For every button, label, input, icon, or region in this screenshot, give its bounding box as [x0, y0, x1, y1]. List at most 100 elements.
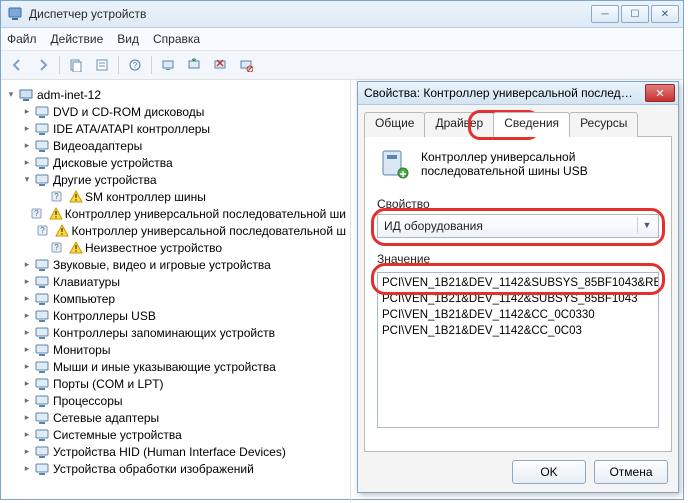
window-title: Диспетчер устройств [29, 7, 146, 21]
warning-icon [69, 241, 83, 255]
device-category-icon [34, 376, 50, 392]
titlebar[interactable]: Диспетчер устройств ─ ☐ ✕ [1, 1, 683, 28]
maximize-button[interactable]: ☐ [621, 5, 649, 23]
tree-subitem[interactable]: ? SM контроллер шины [5, 188, 346, 205]
close-window-button[interactable]: ✕ [651, 5, 679, 23]
tree-subitem[interactable]: ?Контроллер универсальной последовательн… [5, 222, 346, 239]
expander-icon[interactable]: ▸ [21, 327, 33, 338]
toolbar-scan-button[interactable] [156, 53, 180, 77]
device-category-icon [34, 155, 50, 171]
tree-item[interactable]: ▸Порты (COM и LPT) [5, 375, 346, 392]
device-name: Контроллер универсальной последовательно… [421, 150, 659, 178]
tree-item-label: Мыши и иные указывающие устройства [53, 360, 276, 374]
expander-icon[interactable]: ▸ [21, 429, 33, 440]
value-item[interactable]: PCI\VEN_1B21&DEV_1142&SUBSYS_85BF1043&RE… [380, 275, 656, 291]
expander-icon[interactable]: ▸ [21, 361, 33, 372]
expander-icon[interactable]: ▸ [21, 463, 33, 474]
menu-file[interactable]: Файл [7, 32, 37, 46]
value-item[interactable]: PCI\VEN_1B21&DEV_1142&SUBSYS_85BF1043 [380, 291, 656, 307]
dialog-titlebar[interactable]: Свойства: Контроллер универсальной после… [358, 82, 678, 105]
tab-resources[interactable]: Ресурсы [569, 112, 638, 137]
device-category-icon: ? [30, 206, 46, 222]
tab-details[interactable]: Сведения [493, 112, 570, 137]
tree-item[interactable]: ▾Другие устройства [5, 171, 346, 188]
tree-item-label: SM контроллер шины [85, 190, 206, 204]
warning-icon [69, 190, 83, 204]
tree-item[interactable]: ▸IDE ATA/ATAPI контроллеры [5, 120, 346, 137]
menu-view[interactable]: Вид [117, 32, 139, 46]
minimize-button[interactable]: ─ [591, 5, 619, 23]
device-category-icon [34, 461, 50, 477]
ok-button[interactable]: OK [512, 460, 586, 484]
dialog-close-button[interactable]: ✕ [645, 84, 675, 102]
tree-item-label: Контроллер универсальной последовательно… [65, 207, 346, 221]
menu-help[interactable]: Справка [153, 32, 200, 46]
menu-action[interactable]: Действие [51, 32, 104, 46]
tree-item[interactable]: ▸Процессоры [5, 392, 346, 409]
value-item[interactable]: PCI\VEN_1B21&DEV_1142&CC_0C03 [380, 323, 656, 339]
expander-icon[interactable]: ▾ [5, 89, 17, 100]
device-category-icon [34, 325, 50, 341]
tree-item-label: Дисковые устройства [53, 156, 173, 170]
property-combobox[interactable]: ИД оборудования ▼ [377, 214, 659, 238]
device-category-icon [34, 274, 50, 290]
toolbar-update-button[interactable] [182, 53, 206, 77]
device-category-icon [34, 410, 50, 426]
expander-icon[interactable]: ▸ [21, 446, 33, 457]
expander-icon[interactable]: ▸ [21, 259, 33, 270]
tree-item[interactable]: ▸Клавиатуры [5, 273, 346, 290]
toolbar: ? [1, 51, 683, 80]
tree-item[interactable]: ▸Контроллеры USB [5, 307, 346, 324]
expander-icon[interactable]: ▸ [21, 412, 33, 423]
back-button[interactable] [5, 53, 29, 77]
toolbar-copy-button[interactable] [64, 53, 88, 77]
forward-button[interactable] [31, 53, 55, 77]
tree-item[interactable]: ▸Системные устройства [5, 426, 346, 443]
tree-item[interactable]: ▸ Звуковые, видео и игровые устройства [5, 256, 346, 273]
tree-subitem[interactable]: ? Контроллер универсальной последовательн… [5, 205, 346, 222]
expander-icon[interactable]: ▸ [21, 310, 33, 321]
tree-item[interactable]: ▸Устройства обработки изображений [5, 460, 346, 477]
value-item[interactable]: PCI\VEN_1B21&DEV_1142&CC_0C0330 [380, 307, 656, 323]
tree-item[interactable]: ▸Сетевые адаптеры [5, 409, 346, 426]
tree-item[interactable]: ▸Видеоадаптеры [5, 137, 346, 154]
tree-item[interactable]: ▸ Дисковые устройства [5, 154, 346, 171]
toolbar-help-button[interactable]: ? [123, 53, 147, 77]
device-category-icon [34, 342, 50, 358]
expander-icon[interactable]: ▸ [21, 123, 33, 134]
expander-icon[interactable]: ▾ [21, 174, 33, 185]
tree-item-label: Звуковые, видео и игровые устройства [53, 258, 271, 272]
cancel-button[interactable]: Отмена [594, 460, 668, 484]
expander-icon[interactable]: ▸ [21, 106, 33, 117]
tab-driver[interactable]: Драйвер [424, 112, 494, 137]
tree-item-label: Контроллер универсальной последовательно… [71, 224, 346, 238]
device-category-icon: ? [50, 189, 66, 205]
device-category-icon [34, 444, 50, 460]
tree-item[interactable]: ▸ DVD и CD-ROM дисководы [5, 103, 346, 120]
device-category-icon [18, 87, 34, 103]
expander-icon[interactable]: ▸ [21, 276, 33, 287]
device-category-icon [34, 393, 50, 409]
tree-item[interactable]: ▸Контроллеры запоминающих устройств [5, 324, 346, 341]
tree-item[interactable]: ▸Устройства HID (Human Interface Devices… [5, 443, 346, 460]
tree-subitem[interactable]: ? Неизвестное устройство [5, 239, 346, 256]
tree-item[interactable]: ▸Компьютер [5, 290, 346, 307]
expander-icon[interactable]: ▸ [21, 157, 33, 168]
tree-root[interactable]: ▾adm-inet-12 [5, 86, 346, 103]
value-listbox[interactable]: PCI\VEN_1B21&DEV_1142&SUBSYS_85BF1043&RE… [377, 272, 659, 428]
tree-item[interactable]: ▸ Мыши и иные указывающие устройства [5, 358, 346, 375]
toolbar-uninstall-button[interactable] [208, 53, 232, 77]
tree-item-label: DVD и CD-ROM дисководы [53, 105, 204, 119]
expander-icon[interactable]: ▸ [21, 378, 33, 389]
device-category-icon: ? [50, 240, 66, 256]
device-tree[interactable]: ▾adm-inet-12 ▸ DVD и CD-ROM дисководы▸IDE … [1, 80, 351, 502]
toolbar-properties-button[interactable] [90, 53, 114, 77]
expander-icon[interactable]: ▸ [21, 293, 33, 304]
expander-icon[interactable]: ▸ [21, 140, 33, 151]
tree-item-label: Неизвестное устройство [85, 241, 222, 255]
tab-general[interactable]: Общие [364, 112, 425, 137]
toolbar-disable-button[interactable] [234, 53, 258, 77]
expander-icon[interactable]: ▸ [21, 344, 33, 355]
expander-icon[interactable]: ▸ [21, 395, 33, 406]
tree-item[interactable]: ▸Мониторы [5, 341, 346, 358]
